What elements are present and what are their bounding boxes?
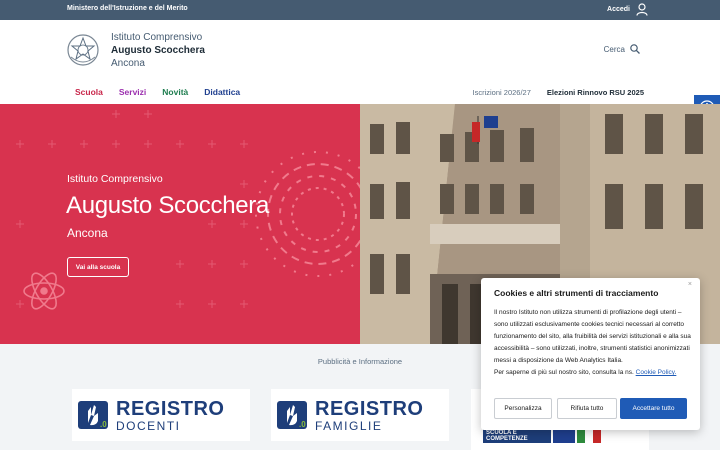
main-nav: Scuola Servizi Novità Didattica [75, 87, 240, 97]
nav-link-elezioni[interactable]: Elezioni Rinnovo RSU 2025 [547, 88, 644, 97]
svg-text:.0: .0 [299, 420, 306, 429]
registro-word-2: REGISTRO [315, 398, 424, 420]
school-line2: Augusto Scocchera [111, 45, 205, 56]
search-button[interactable]: Cerca [604, 44, 640, 54]
flags-icon [553, 429, 601, 443]
registro-famiglie-banner[interactable]: .0 REGISTRO FAMIGLIE [271, 389, 449, 441]
close-icon[interactable]: × [688, 281, 692, 288]
search-label: Cerca [603, 44, 625, 54]
cookie-more-text: Per saperne di più sul nostro sito, cons… [494, 369, 634, 376]
hero-city: Ancona [67, 226, 108, 240]
reject-all-button[interactable]: Rifiuta tutto [557, 398, 617, 419]
hero-pattern [16, 110, 360, 310]
svg-text:.0: .0 [100, 420, 107, 429]
top-bar: Ministero dell'Istruzione e del Merito A… [0, 0, 720, 20]
registro-docenti-banner[interactable]: .0 REGISTRO DOCENTI [72, 389, 250, 441]
nav-item-didattica[interactable]: Didattica [204, 87, 240, 97]
accept-all-button[interactable]: Accettare tutto [620, 398, 687, 419]
search-icon [630, 44, 640, 54]
registro-sub-2: FAMIGLIE [315, 419, 383, 433]
hero-subtitle: Istituto Comprensivo [67, 173, 163, 185]
customize-button[interactable]: Personalizza [494, 398, 552, 419]
scuola-tag-line2: COMPETENZE [486, 436, 528, 442]
registro-hand-icon: .0 [78, 401, 108, 429]
school-line1: Istituto Comprensivo [111, 32, 203, 43]
cookie-body: Il nostro Istituto non utilizza strument… [494, 307, 694, 379]
nav-item-novita[interactable]: Novità [162, 87, 188, 97]
registro-word-1: REGISTRO [116, 398, 225, 420]
cookie-dialog: × Cookies e altri strumenti di tracciame… [481, 278, 700, 430]
emblem-icon[interactable] [67, 33, 99, 67]
registro-sub-1: DOCENTI [116, 419, 181, 433]
nav-link-iscrizioni[interactable]: Iscrizioni 2026/27 [473, 88, 531, 97]
nav-item-scuola[interactable]: Scuola [75, 87, 103, 97]
scuola-competenze-tag: SCUOLA E COMPETENZE [483, 429, 551, 443]
cookie-policy-link[interactable]: Cookie Policy. [636, 369, 677, 376]
login-label: Accedi [607, 6, 630, 13]
secondary-nav: Iscrizioni 2026/27 Elezioni Rinnovo RSU … [473, 88, 644, 97]
nav-item-servizi[interactable]: Servizi [119, 87, 146, 97]
registro-hand-icon: .0 [277, 401, 307, 429]
go-to-school-button[interactable]: Vai alla scuola [67, 257, 129, 277]
cookie-text: Il nostro Istituto non utilizza strument… [494, 309, 691, 364]
cookie-title: Cookies e altri strumenti di tracciament… [494, 288, 659, 298]
school-line3: Ancona [111, 58, 145, 69]
school-name[interactable]: Istituto Comprensivo Augusto Scocchera A… [111, 31, 205, 70]
login-button[interactable]: Accedi [607, 3, 648, 16]
ministry-link[interactable]: Ministero dell'Istruzione e del Merito [67, 5, 188, 12]
user-icon [636, 3, 648, 16]
atom-icon [23, 272, 65, 310]
hero-title: Augusto Scocchera [66, 192, 270, 219]
hero-panel: Istituto Comprensivo Augusto Scocchera A… [0, 104, 360, 344]
site-header: Istituto Comprensivo Augusto Scocchera A… [0, 20, 720, 120]
